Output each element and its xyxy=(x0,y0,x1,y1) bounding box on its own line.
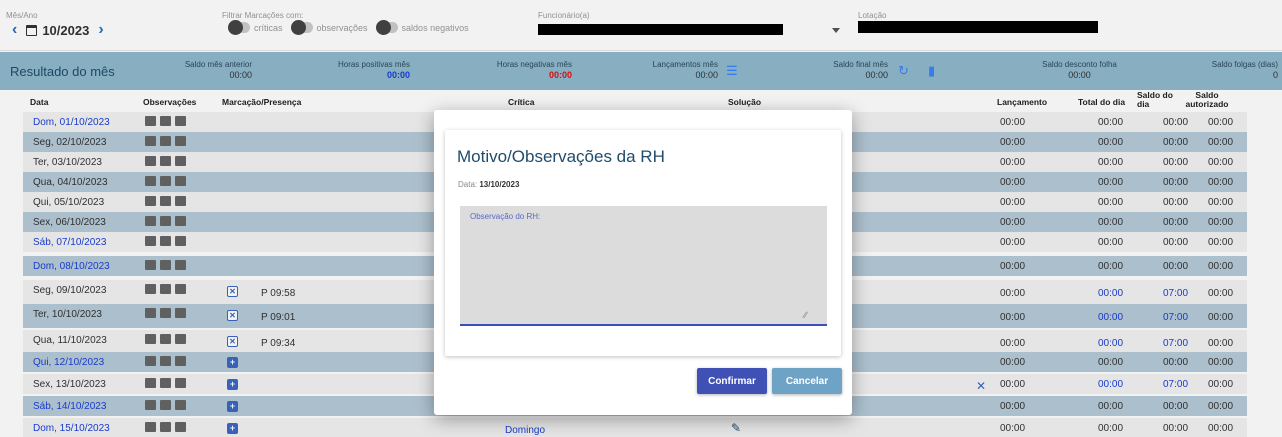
rh-observation-dialog: Motivo/Observações da RH Data: 13/10/202… xyxy=(434,110,852,415)
confirm-button[interactable]: Confirmar xyxy=(697,368,767,394)
resize-handle-icon[interactable]: ∕∕ xyxy=(804,310,807,320)
dialog-date-value: 13/10/2023 xyxy=(479,180,520,189)
dialog-date: Data: 13/10/2023 xyxy=(458,180,519,189)
dialog-date-label: Data: xyxy=(458,180,478,189)
rh-observation-textarea[interactable] xyxy=(460,206,827,326)
dialog-card: Motivo/Observações da RH Data: 13/10/202… xyxy=(445,130,841,356)
dialog-title: Motivo/Observações da RH xyxy=(457,147,665,166)
cancel-button[interactable]: Cancelar xyxy=(772,368,842,394)
